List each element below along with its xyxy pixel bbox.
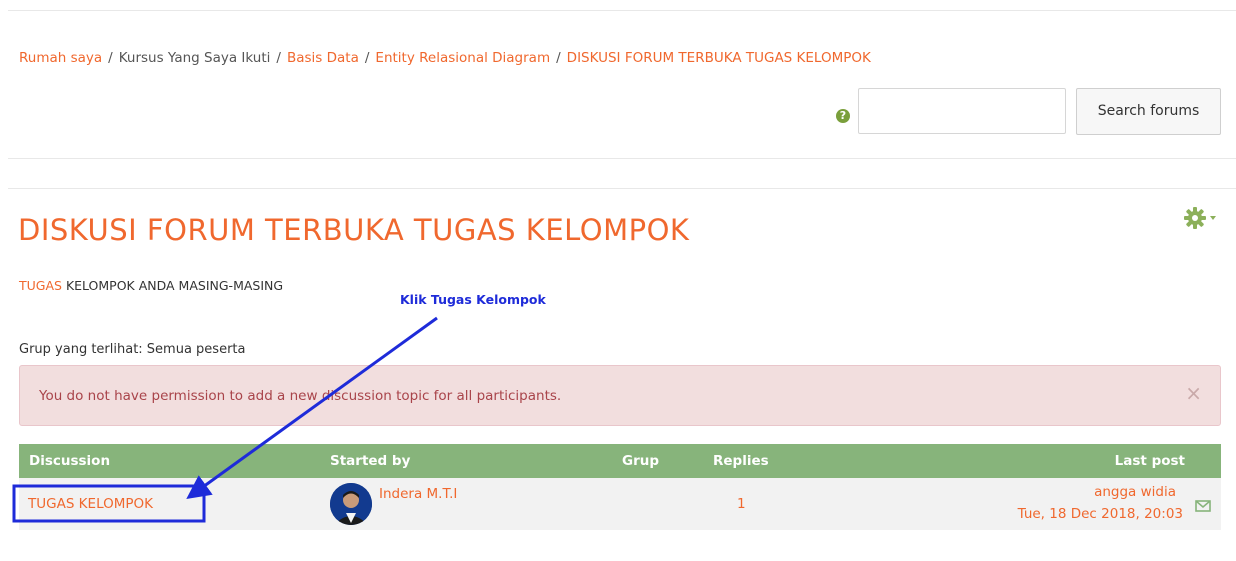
table-row: TUGAS KELOMPOK Indera M.T.I 1 angga widi… [19, 478, 1221, 530]
close-icon[interactable]: × [1185, 383, 1202, 403]
search-forums-button[interactable]: Search forums [1076, 88, 1221, 135]
intro-text: KELOMPOK ANDA MASING-MASING [61, 278, 284, 293]
discussion-link[interactable]: TUGAS KELOMPOK [28, 496, 153, 512]
chevron-down-icon [1210, 216, 1216, 220]
top-divider [8, 10, 1236, 11]
header-divider [8, 158, 1236, 159]
author-link[interactable]: Indera M.T.I [379, 486, 457, 502]
breadcrumb-section[interactable]: Entity Relasional Diagram [375, 50, 550, 66]
breadcrumb-separator: / [108, 50, 113, 66]
intro-link[interactable]: TUGAS [19, 278, 62, 293]
header-group[interactable]: Grup [622, 453, 659, 469]
breadcrumb-forum[interactable]: DISKUSI FORUM TERBUKA TUGAS KELOMPOK [567, 50, 871, 66]
alert-message: You do not have permission to add a new … [39, 388, 562, 404]
content-divider [8, 188, 1236, 189]
breadcrumb-separator: / [276, 50, 281, 66]
header-last-post[interactable]: Last post [1115, 453, 1185, 469]
breadcrumb-home[interactable]: Rumah saya [19, 50, 102, 66]
question-circle-icon[interactable]: ? [836, 109, 850, 123]
gear-icon[interactable] [1183, 206, 1217, 230]
breadcrumb-separator: / [556, 50, 561, 66]
permission-alert: You do not have permission to add a new … [19, 365, 1221, 426]
header-started-by[interactable]: Started by [330, 453, 410, 469]
header-replies[interactable]: Replies [713, 453, 769, 469]
visible-groups-label: Grup yang terlihat: Semua peserta [19, 342, 246, 357]
page-title: DISKUSI FORUM TERBUKA TUGAS KELOMPOK [18, 213, 690, 247]
breadcrumb: Rumah saya / Kursus Yang Saya Ikuti / Basis … [19, 50, 871, 66]
header-discussion[interactable]: Discussion [29, 453, 110, 469]
forum-intro: TUGAS KELOMPOK ANDA MASING-MASING [19, 278, 283, 293]
last-post-author[interactable]: angga widia [1094, 484, 1176, 500]
replies-count[interactable]: 1 [737, 496, 746, 512]
avatar[interactable] [330, 483, 372, 525]
annotation-label: Klik Tugas Kelompok [400, 292, 546, 307]
breadcrumb-courses: Kursus Yang Saya Ikuti [118, 50, 271, 66]
breadcrumb-course[interactable]: Basis Data [287, 50, 359, 66]
breadcrumb-separator: / [364, 50, 370, 66]
last-post-date[interactable]: Tue, 18 Dec 2018, 20:03 [1018, 506, 1183, 522]
table-header: Discussion Started by Grup Replies Last … [19, 444, 1221, 478]
search-input[interactable] [858, 88, 1066, 134]
envelope-icon[interactable] [1195, 500, 1211, 512]
